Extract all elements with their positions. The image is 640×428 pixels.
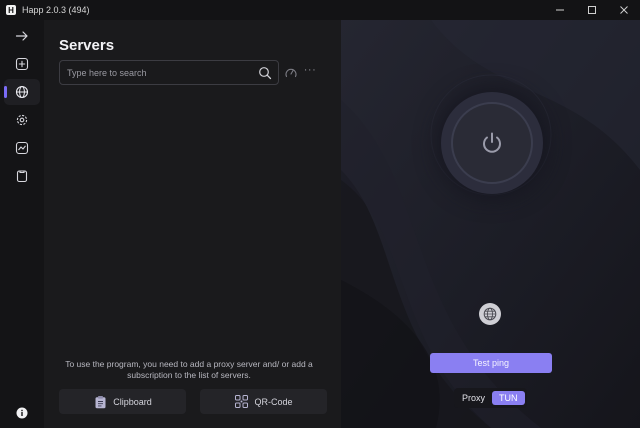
sidebar [0,20,44,428]
mode-toggle: Proxy TUN [454,388,527,408]
info-icon [16,407,28,419]
clipboard-paste-icon [93,395,107,409]
connect-button[interactable] [451,102,533,184]
gear-icon [16,114,28,126]
globe-icon [15,85,29,99]
clipboard-icon [16,170,28,183]
maximize-icon [588,6,596,14]
app-logo-icon: H [6,5,16,15]
search-box [59,60,279,85]
arrow-right-icon [15,31,28,41]
close-icon [620,6,628,14]
sidebar-item-logs[interactable] [4,163,40,189]
globe-icon [483,307,497,321]
empty-state-hint: To use the program, you need to add a pr… [65,359,313,380]
add-from-clipboard-button[interactable]: Clipboard [59,389,186,414]
minimize-icon [556,9,564,11]
ping-speed-icon[interactable] [284,66,298,80]
servers-panel: Servers ··· To use the program, you need… [44,20,341,428]
mode-option-tun[interactable]: TUN [492,391,525,405]
test-ping-button[interactable]: Test ping [430,353,552,373]
close-button[interactable] [608,0,640,20]
sidebar-item-settings[interactable] [4,107,40,133]
mode-option-proxy[interactable]: Proxy [458,391,489,405]
clipboard-label: Clipboard [113,396,152,407]
search-icon[interactable] [255,63,275,83]
search-input[interactable] [60,61,255,84]
sidebar-item-add[interactable] [4,51,40,77]
qrcode-label: QR-Code [254,396,293,407]
window-title: Happ 2.0.3 (494) [22,5,90,15]
info-button[interactable] [4,400,40,426]
sidebar-item-connect[interactable] [4,23,40,49]
server-location-button[interactable] [479,303,501,325]
page-title: Servers [59,37,115,54]
window-controls [544,0,640,20]
sidebar-item-servers[interactable] [4,79,40,105]
power-icon [483,132,501,153]
chart-icon [15,141,29,155]
qr-code-icon [234,395,248,409]
power-control [436,87,548,199]
active-indicator [4,86,7,98]
title-bar: H Happ 2.0.3 (494) [0,0,640,20]
add-from-qr-button[interactable]: QR-Code [200,389,327,414]
connection-panel: Test ping Proxy TUN [341,20,640,428]
minimize-button[interactable] [544,0,576,20]
maximize-button[interactable] [576,0,608,20]
more-options-icon[interactable]: ··· [303,64,317,78]
add-square-icon [15,57,29,71]
sidebar-item-statistics[interactable] [4,135,40,161]
